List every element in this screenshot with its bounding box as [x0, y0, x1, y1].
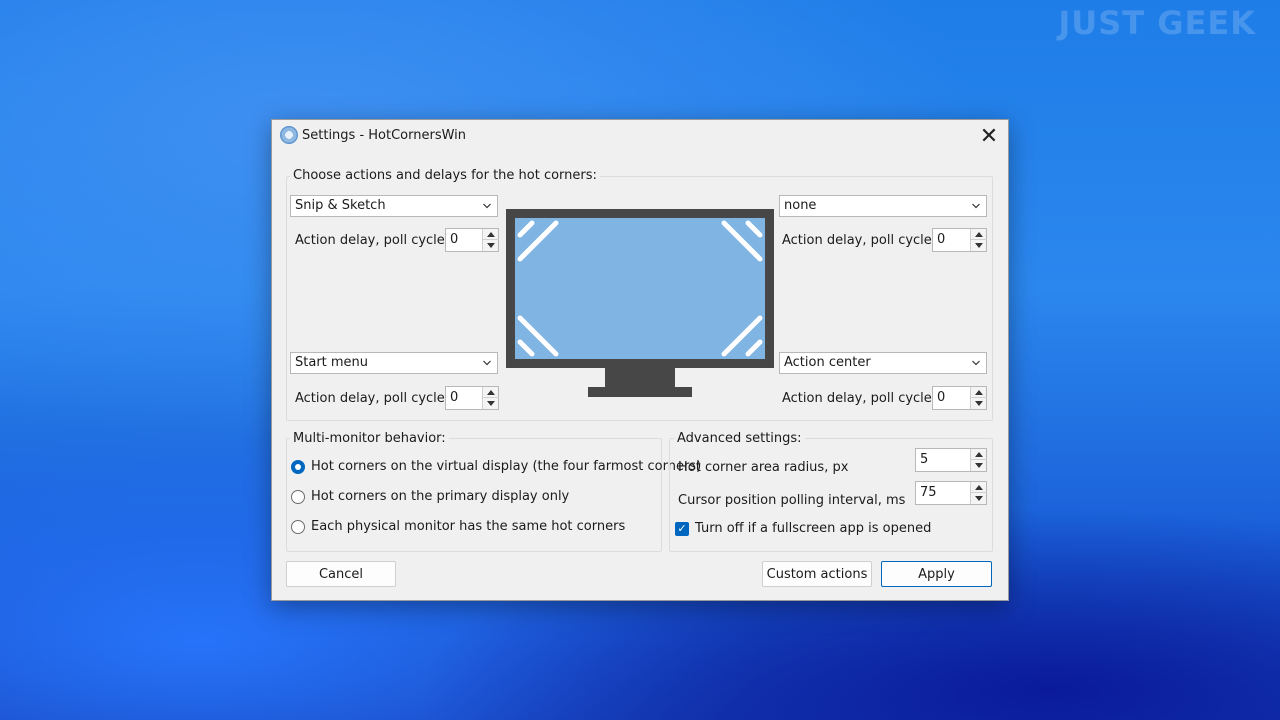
- bottom-left-delay-spinner[interactable]: 0: [445, 386, 499, 410]
- corner-radius-value: 5: [920, 452, 929, 467]
- close-button[interactable]: ✕: [970, 120, 1008, 152]
- spin-down-icon[interactable]: [975, 401, 983, 406]
- bottom-left-delay-value: 0: [450, 390, 459, 405]
- settings-dialog: Settings - HotCornersWin ✕ Choose action…: [271, 119, 1009, 601]
- chevron-down-icon: [972, 203, 980, 209]
- bottom-right-delay-spinner[interactable]: 0: [932, 386, 987, 410]
- fullscreen-checkbox-label: Turn off if a fullscreen app is opened: [695, 521, 932, 536]
- top-right-action-select[interactable]: none: [779, 195, 987, 217]
- spin-down-icon[interactable]: [975, 496, 983, 501]
- polling-interval-label: Cursor position polling interval, ms: [678, 493, 906, 508]
- title-bar[interactable]: Settings - HotCornersWin ✕: [272, 120, 1008, 152]
- bottom-right-action-value: Action center: [784, 355, 871, 370]
- top-left-delay-spinner[interactable]: 0: [445, 228, 499, 252]
- spin-down-icon[interactable]: [975, 463, 983, 468]
- chevron-down-icon: [972, 360, 980, 366]
- radio-primary-display-label: Hot corners on the primary display only: [311, 489, 570, 504]
- spin-up-icon[interactable]: [487, 232, 495, 237]
- corner-radius-label: Hot corner area radius, px: [678, 460, 849, 475]
- bottom-right-delay-value: 0: [937, 390, 946, 405]
- checkmark-icon[interactable]: ✓: [675, 521, 689, 536]
- radio-each-monitor-label: Each physical monitor has the same hot c…: [311, 519, 626, 534]
- radio-virtual-display-label: Hot corners on the virtual display (the …: [311, 459, 702, 474]
- spin-down-icon[interactable]: [487, 401, 495, 406]
- radio-primary-display[interactable]: Hot corners on the primary display only: [291, 489, 569, 504]
- fullscreen-checkbox-row[interactable]: ✓ Turn off if a fullscreen app is opened: [675, 521, 931, 536]
- spin-up-icon[interactable]: [487, 390, 495, 395]
- multi-monitor-group-label: Multi-monitor behavior:: [290, 431, 449, 446]
- bottom-right-delay-label: Action delay, poll cycles:: [782, 391, 943, 406]
- top-left-action-value: Snip & Sketch: [295, 198, 386, 213]
- bottom-left-action-select[interactable]: Start menu: [290, 352, 498, 374]
- advanced-settings-group-label: Advanced settings:: [674, 431, 805, 446]
- bottom-left-action-value: Start menu: [295, 355, 369, 370]
- radio-button[interactable]: [291, 519, 305, 534]
- top-right-delay-label: Action delay, poll cycles:: [782, 233, 943, 248]
- spin-down-icon[interactable]: [487, 243, 495, 248]
- spin-down-icon[interactable]: [975, 243, 983, 248]
- watermark: JUST GEEK: [1058, 4, 1256, 42]
- bottom-right-action-select[interactable]: Action center: [779, 352, 987, 374]
- apply-button[interactable]: Apply: [881, 561, 992, 587]
- hot-corners-group-label: Choose actions and delays for the hot co…: [290, 168, 600, 183]
- cancel-button[interactable]: Cancel: [286, 561, 396, 587]
- custom-actions-button[interactable]: Custom actions: [762, 561, 872, 587]
- close-icon: ✕: [979, 123, 999, 149]
- spin-up-icon[interactable]: [975, 452, 983, 457]
- monitor-illustration: [506, 209, 774, 397]
- polling-interval-spinner[interactable]: 75: [915, 481, 987, 505]
- spin-up-icon[interactable]: [975, 485, 983, 490]
- radio-button[interactable]: [291, 459, 305, 474]
- top-right-delay-spinner[interactable]: 0: [932, 228, 987, 252]
- spin-up-icon[interactable]: [975, 232, 983, 237]
- bottom-left-delay-label: Action delay, poll cycles:: [295, 391, 456, 406]
- top-left-delay-value: 0: [450, 232, 459, 247]
- corner-radius-spinner[interactable]: 5: [915, 448, 987, 472]
- window-title: Settings - HotCornersWin: [302, 128, 467, 143]
- top-right-action-value: none: [784, 198, 817, 213]
- top-right-delay-value: 0: [937, 232, 946, 247]
- polling-interval-value: 75: [920, 485, 937, 500]
- top-left-delay-label: Action delay, poll cycles:: [295, 233, 456, 248]
- radio-button[interactable]: [291, 489, 305, 504]
- hotcorners-app-icon: [280, 126, 298, 144]
- chevron-down-icon: [483, 360, 491, 366]
- top-left-action-select[interactable]: Snip & Sketch: [290, 195, 498, 217]
- radio-virtual-display[interactable]: Hot corners on the virtual display (the …: [291, 459, 701, 474]
- spin-up-icon[interactable]: [975, 390, 983, 395]
- radio-each-monitor[interactable]: Each physical monitor has the same hot c…: [291, 519, 625, 534]
- chevron-down-icon: [483, 203, 491, 209]
